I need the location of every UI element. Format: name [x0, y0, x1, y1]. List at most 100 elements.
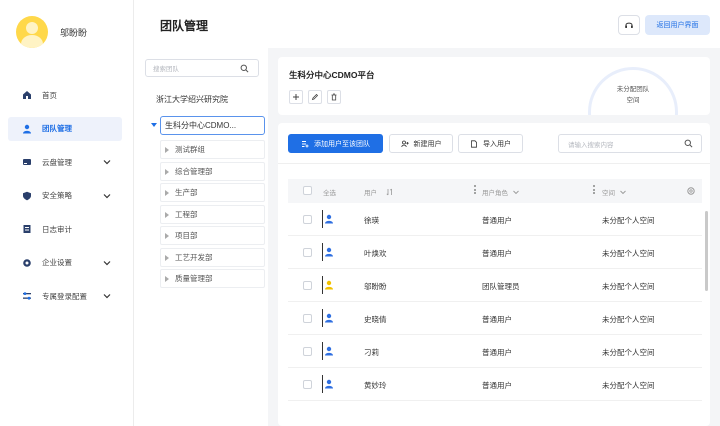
chevron-down-icon — [103, 160, 111, 165]
tree-node-label: 项目部 — [175, 231, 198, 240]
sidebar-item-security[interactable]: 安全策略 — [8, 184, 122, 208]
sidebar-item-label: 云盘管理 — [42, 157, 72, 167]
user-name-cell: 徐瑛 — [364, 216, 379, 225]
edit-team-button[interactable] — [308, 90, 322, 104]
user-role-cell: 普通用户 — [482, 381, 512, 390]
add-subteam-button[interactable] — [289, 90, 303, 104]
sidebar-item-drive[interactable]: 云盘管理 — [8, 150, 122, 174]
user-avatar-icon — [325, 280, 333, 290]
home-icon — [22, 90, 32, 100]
sidebar-item-enterprise-settings[interactable]: 企业设置 — [8, 251, 122, 275]
tree-node-selected[interactable]: 生科分中心CDMO... — [160, 116, 265, 135]
back-to-user-button[interactable]: 返回用户界面 — [645, 15, 710, 35]
table-row[interactable]: 刁莉 普通用户 未分配个人空间 — [288, 335, 702, 368]
expand-arrow-icon[interactable] — [165, 211, 169, 218]
table-row[interactable]: 史晓倩 普通用户 未分配个人空间 — [288, 302, 702, 335]
team-tree-panel: 搜索团队 浙江大学绍兴研究院 生科分中心CDMO... 测试群组综合管理部生产部… — [134, 48, 268, 426]
tree-node-label: 综合管理部 — [175, 166, 213, 176]
expand-arrow-icon[interactable] — [165, 168, 169, 175]
tree-node[interactable]: 综合管理部 — [160, 161, 265, 181]
expand-arrow-icon[interactable] — [165, 254, 169, 261]
sidebar-item-team[interactable]: 团队管理 — [8, 116, 122, 141]
team-search-input[interactable]: 搜索团队 — [145, 59, 259, 77]
tree-node[interactable]: 工程部 — [160, 204, 265, 224]
divider — [278, 163, 710, 164]
log-icon — [22, 224, 32, 234]
user-add-icon — [400, 140, 409, 147]
member-search-input[interactable]: 请输入搜索内容 — [558, 134, 702, 153]
tree-node[interactable]: 质量管理部 — [160, 269, 265, 288]
chevron-down-icon[interactable] — [619, 188, 627, 196]
row-checkbox[interactable] — [303, 380, 312, 389]
user-role-cell: 普通用户 — [482, 348, 512, 357]
import-users-label: 导入用户 — [483, 140, 511, 148]
team-name: 生科分中心CDMO平台 — [289, 70, 375, 80]
new-user-button[interactable]: 新建用户 — [389, 134, 453, 153]
user-profile[interactable]: 邬盼盼 — [16, 16, 87, 48]
table-row[interactable]: 邬盼盼 团队管理员 未分配个人空间 — [288, 269, 702, 302]
tree-node[interactable]: 项目部 — [160, 226, 265, 245]
column-role[interactable]: 用户角色 — [482, 187, 520, 197]
column-space-label: 空间 — [602, 190, 615, 197]
sidebar-item-label: 团队管理 — [42, 124, 72, 133]
table-row[interactable]: 叶焕欢 普通用户 未分配个人空间 — [288, 236, 702, 269]
row-marker — [322, 342, 323, 360]
tree-node-label: 质量管理部 — [175, 274, 213, 283]
column-menu-icon[interactable] — [474, 185, 476, 196]
column-user[interactable]: 用户 — [364, 187, 394, 197]
delete-team-button[interactable] — [327, 90, 341, 104]
expand-arrow-icon[interactable] — [165, 276, 169, 282]
user-name-cell: 叶焕欢 — [364, 249, 387, 258]
trash-icon — [331, 93, 337, 101]
column-space[interactable]: 空间 — [602, 187, 627, 197]
row-checkbox[interactable] — [303, 248, 312, 257]
row-checkbox[interactable] — [303, 347, 312, 356]
expand-caret-icon[interactable] — [151, 123, 157, 127]
import-users-button[interactable]: 导入用户 — [458, 134, 523, 153]
support-button[interactable] — [618, 15, 640, 35]
table-header: 全选 用户 用户角色 空间 — [288, 179, 702, 203]
tree-node[interactable]: 测试群组 — [160, 140, 265, 159]
table-row[interactable]: 黄妙玲 普通用户 未分配个人空间 — [288, 368, 702, 401]
add-users-to-team-button[interactable]: 添加用户至该团队 — [288, 134, 383, 153]
unassigned-line1: 未分配团队 — [616, 86, 650, 93]
user-name-cell: 史晓倩 — [364, 315, 387, 324]
user-space-cell: 未分配个人空间 — [602, 282, 655, 291]
expand-arrow-icon[interactable] — [165, 147, 169, 153]
plus-icon — [293, 94, 299, 100]
avatar — [16, 16, 48, 48]
sidebar-item-label: 首页 — [42, 90, 57, 100]
row-checkbox[interactable] — [303, 281, 312, 290]
select-all-checkbox[interactable] — [303, 186, 312, 195]
drive-icon — [22, 157, 32, 167]
row-marker — [322, 375, 323, 393]
tree-node[interactable]: 工艺开发部 — [160, 247, 265, 267]
user-role-cell: 普通用户 — [482, 216, 512, 225]
user-name-cell: 黄妙玲 — [364, 381, 387, 390]
user-name-cell: 刁莉 — [364, 348, 379, 357]
user-space-cell: 未分配个人空间 — [602, 348, 655, 357]
row-checkbox[interactable] — [303, 314, 312, 323]
column-role-label: 用户角色 — [482, 190, 508, 197]
table-row[interactable]: 徐瑛 普通用户 未分配个人空间 — [288, 203, 702, 236]
tree-node-label: 测试群组 — [175, 145, 205, 154]
tree-node-root[interactable]: 浙江大学绍兴研究院 — [142, 88, 264, 110]
user-icon — [22, 124, 32, 134]
new-user-label: 新建用户 — [413, 140, 442, 148]
chevron-down-icon[interactable] — [512, 188, 520, 196]
chevron-down-icon — [103, 294, 111, 299]
gear-icon[interactable] — [686, 186, 696, 196]
page-title: 团队管理 — [160, 19, 209, 33]
tree-node[interactable]: 生产部 — [160, 183, 265, 202]
sidebar-item-login-config[interactable]: 专属登录配置 — [8, 284, 122, 308]
column-menu-icon[interactable] — [593, 185, 595, 196]
expand-arrow-icon[interactable] — [165, 190, 169, 196]
sidebar-item-audit[interactable]: 日志审计 — [8, 217, 122, 241]
expand-arrow-icon[interactable] — [165, 233, 169, 239]
user-role-cell: 普通用户 — [482, 249, 512, 258]
scrollbar[interactable] — [705, 211, 708, 291]
sidebar-item-home[interactable]: 首页 — [8, 83, 122, 107]
sort-icon[interactable] — [386, 188, 394, 196]
file-icon — [471, 139, 477, 148]
row-checkbox[interactable] — [303, 215, 312, 224]
